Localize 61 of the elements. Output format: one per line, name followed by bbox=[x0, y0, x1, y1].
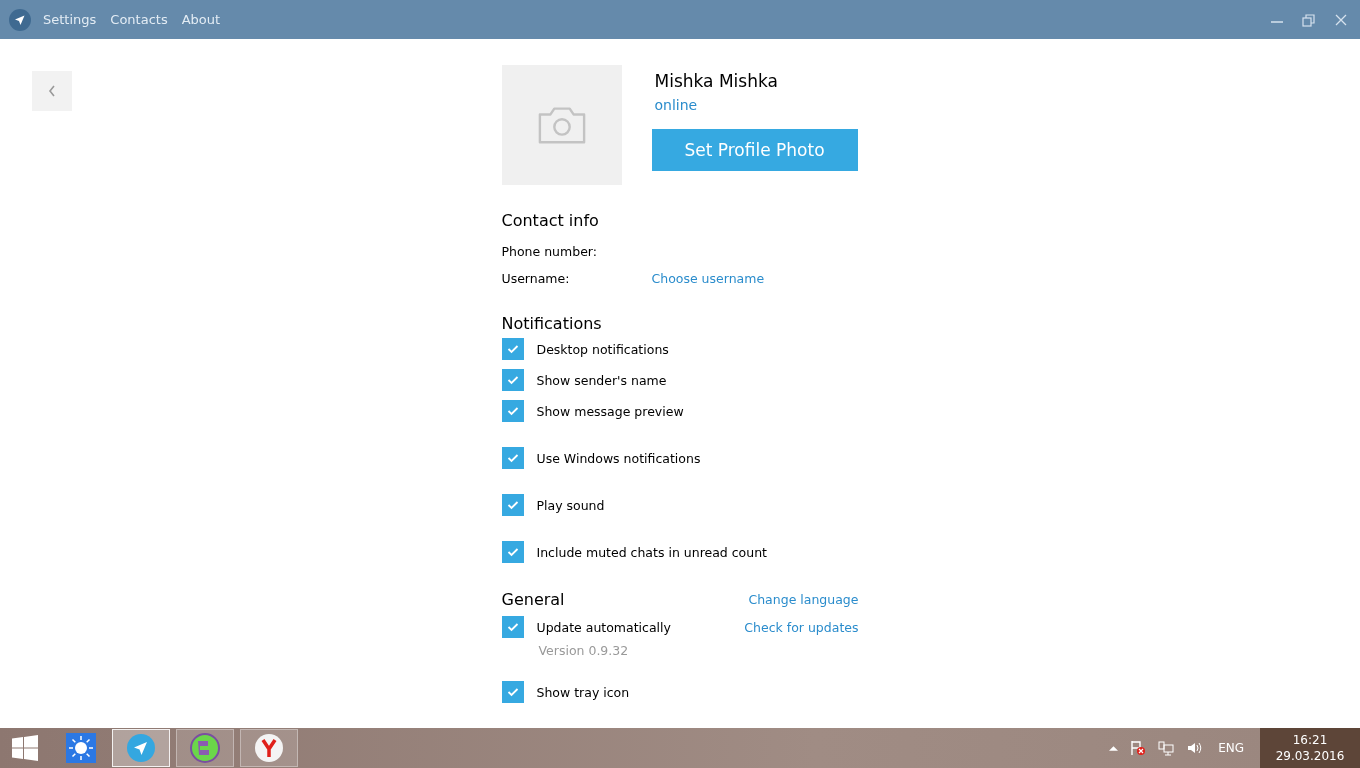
check-icon bbox=[506, 406, 519, 416]
chevron-left-icon bbox=[47, 84, 57, 98]
username-link[interactable]: Choose username bbox=[651, 271, 765, 286]
caret-up-icon[interactable] bbox=[1109, 745, 1119, 751]
checkbox[interactable] bbox=[501, 338, 524, 360]
menu-item[interactable]: Settings bbox=[43, 12, 97, 27]
globe-app-button[interactable] bbox=[176, 729, 234, 767]
flag-error-icon[interactable] bbox=[1130, 740, 1147, 756]
check-icon bbox=[506, 500, 519, 510]
check-icon bbox=[506, 344, 519, 354]
section-title: Contact info bbox=[501, 211, 600, 230]
checkbox-label: Update automatically bbox=[536, 619, 671, 635]
checkbox[interactable] bbox=[501, 447, 524, 469]
check-icon bbox=[506, 687, 519, 697]
checkbox[interactable] bbox=[501, 369, 524, 391]
checkbox-label: Show tray icon bbox=[536, 684, 630, 700]
section-title: General bbox=[501, 590, 565, 609]
paper-plane-icon bbox=[9, 8, 31, 31]
sun-app-icon[interactable] bbox=[66, 733, 96, 763]
checkbox[interactable] bbox=[501, 494, 524, 516]
globe-icon bbox=[190, 733, 220, 763]
close-icon[interactable] bbox=[1334, 12, 1348, 27]
checkbox[interactable] bbox=[501, 681, 524, 703]
checkbox-label: Show sender's name bbox=[536, 372, 667, 388]
update-link[interactable]: Check for updates bbox=[744, 619, 859, 635]
restore-icon[interactable] bbox=[1302, 12, 1316, 27]
checkbox-label: Use Windows notifications bbox=[536, 450, 701, 466]
checkbox[interactable] bbox=[501, 400, 524, 422]
online-status: online bbox=[654, 97, 699, 113]
windows-start-icon[interactable] bbox=[12, 735, 38, 761]
clock[interactable]: 16:21 29.03.2016 bbox=[1260, 728, 1360, 768]
check-icon bbox=[506, 547, 519, 557]
paper-plane-icon bbox=[126, 733, 156, 763]
change-language-link[interactable]: Change language bbox=[748, 592, 859, 607]
checkbox-label: Desktop notifications bbox=[536, 341, 669, 357]
checkbox[interactable] bbox=[501, 616, 524, 638]
version-text: Version 0.9.32 bbox=[538, 643, 630, 658]
photo-placeholder[interactable] bbox=[501, 65, 622, 185]
check-icon bbox=[506, 622, 519, 632]
clock-time: 16:21 bbox=[1292, 732, 1328, 748]
check-icon bbox=[506, 453, 519, 463]
network-icon[interactable] bbox=[1158, 740, 1175, 756]
set-photo-button[interactable]: Set Profile Photo bbox=[651, 129, 858, 171]
check-icon bbox=[506, 375, 519, 385]
field-label: Username: bbox=[501, 271, 571, 286]
profile-name: Mishka Mishka bbox=[654, 71, 779, 91]
menu-item[interactable]: Contacts bbox=[110, 12, 168, 27]
paper-plane-app-button[interactable] bbox=[112, 729, 170, 767]
browser-app-button[interactable] bbox=[240, 729, 298, 767]
checkbox-label: Show message preview bbox=[536, 403, 684, 419]
letter-y-icon bbox=[254, 733, 284, 763]
menu-item[interactable]: About bbox=[181, 12, 221, 27]
speaker-icon[interactable] bbox=[1186, 740, 1203, 756]
clock-date: 29.03.2016 bbox=[1275, 748, 1345, 764]
language-indicator[interactable]: ENG bbox=[1218, 741, 1244, 755]
checkbox-label: Include muted chats in unread count bbox=[536, 544, 768, 560]
checkbox[interactable] bbox=[501, 541, 524, 563]
field-label: Phone number: bbox=[501, 244, 598, 259]
camera-icon bbox=[536, 104, 587, 146]
checkbox-label: Play sound bbox=[536, 497, 605, 513]
section-title: Notifications bbox=[501, 314, 603, 333]
